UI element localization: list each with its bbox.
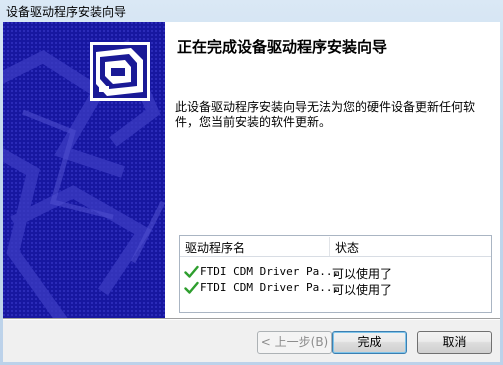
hardware-device-icon	[90, 42, 150, 101]
green-check-icon	[184, 265, 199, 278]
wizard-side-banner	[3, 22, 165, 318]
back-button[interactable]: < 上一步(B)	[257, 331, 332, 354]
wizard-heading: 正在完成设备驱动程序安装向导	[177, 38, 388, 56]
column-driver-name[interactable]: 驱动程序名	[185, 239, 245, 256]
driver-list-row[interactable]: FTDI CDM Driver Pa... 可以使用了	[180, 280, 491, 297]
driver-status: 可以使用了	[332, 283, 393, 297]
green-check-icon	[184, 281, 199, 294]
cancel-button[interactable]: 取消	[417, 331, 492, 354]
finish-button[interactable]: 完成	[332, 331, 407, 354]
wizard-window: 设备驱动程序安装向导 正在完成设备驱动程序安装向导 此设备驱动程序安装向导无法为…	[0, 0, 503, 365]
driver-list-header: 驱动程序名 状态	[180, 236, 491, 257]
driver-name: FTDI CDM Driver Pa...	[200, 281, 340, 294]
wizard-client-area: 正在完成设备驱动程序安装向导 此设备驱动程序安装向导无法为您的硬件设备更新任何软…	[3, 22, 500, 362]
button-area-divider	[3, 318, 500, 320]
wizard-content: 正在完成设备驱动程序安装向导 此设备驱动程序安装向导无法为您的硬件设备更新任何软…	[165, 22, 500, 318]
driver-list-row[interactable]: FTDI CDM Driver Pa... 可以使用了	[180, 264, 491, 281]
window-title: 设备驱动程序安装向导	[6, 5, 127, 19]
banner-pattern	[3, 22, 165, 318]
column-separator[interactable]	[329, 237, 330, 256]
wizard-description: 此设备驱动程序安装向导无法为您的硬件设备更新任何软件，您当前安装的软件更新。	[175, 100, 476, 129]
title-bar[interactable]: 设备驱动程序安装向导	[0, 0, 503, 22]
driver-name: FTDI CDM Driver Pa...	[200, 265, 340, 278]
column-status[interactable]: 状态	[335, 239, 359, 256]
driver-list[interactable]: 驱动程序名 状态 FTDI CDM Driver Pa... 可以使用了 FTD…	[179, 235, 492, 313]
